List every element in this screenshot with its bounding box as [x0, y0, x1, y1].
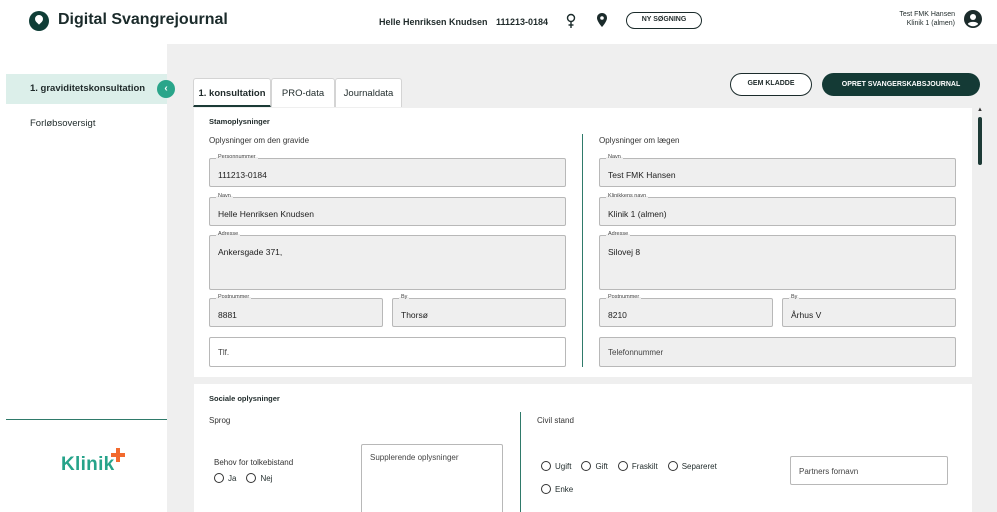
tab-1-konsultation[interactable]: 1. konsultation — [193, 78, 271, 107]
tab-pro-data[interactable]: PRO-data — [271, 78, 335, 107]
new-search-button[interactable]: NY SØGNING — [626, 12, 702, 29]
location-pin-icon — [597, 13, 607, 27]
field-label: Adresse — [216, 231, 241, 237]
field-label: Klinikkens navn — [606, 193, 649, 199]
field-label: Adresse — [606, 231, 631, 237]
radio-nej[interactable] — [246, 473, 257, 483]
radio-ja[interactable] — [214, 473, 224, 483]
scrollbar[interactable] — [978, 117, 982, 165]
radio-label: Fraskilt — [631, 461, 658, 471]
collapse-sidebar-button[interactable]: ‹ — [157, 80, 175, 98]
section-title: Sociale oplysninger — [209, 394, 280, 403]
scroll-up-icon[interactable]: ▲ — [977, 107, 983, 113]
sociale-oplysninger-card: Sociale oplysninger Sprog Civil stand Be… — [194, 384, 972, 512]
gravid-subtitle: Oplysninger om den gravide — [209, 136, 310, 145]
create-journal-button[interactable]: OPRET SVANGERSKABSJOURNAL — [822, 73, 980, 96]
navn-field[interactable]: Navn Helle Henriksen Knudsen — [209, 193, 566, 226]
civil-stand-subtitle: Civil stand — [537, 416, 574, 425]
tlf-placeholder: Tlf. — [218, 348, 230, 357]
column-divider — [520, 412, 521, 512]
field-value: Klinik 1 (almen) — [608, 209, 667, 219]
field-label: Navn — [216, 193, 233, 199]
field-label: By — [789, 294, 800, 300]
radio-label: Ja — [228, 473, 237, 483]
telefonnummer-input[interactable]: Telefonnummer — [599, 337, 956, 367]
radio-label: Nej — [260, 473, 273, 483]
postnummer-field[interactable]: Postnummer 8881 — [209, 294, 383, 327]
column-divider — [582, 134, 583, 367]
personnummer-field[interactable]: Personnummer 111213-0184 — [209, 154, 566, 187]
radio-separeret[interactable] — [667, 461, 678, 471]
field-label: Postnummer — [216, 294, 252, 300]
civil-stand-radio-group: Ugift Gift Fraskilt Separeret — [541, 461, 723, 471]
partner-fornavn-input[interactable]: Partners fornavn — [790, 456, 948, 485]
user-account-icon[interactable] — [964, 10, 982, 28]
laege-adresse-field[interactable]: Adresse Silovej 8 — [599, 231, 956, 290]
field-value: Ankersgade 371, — [218, 247, 283, 257]
field-value: 8881 — [218, 310, 237, 320]
radio-label: Enke — [555, 484, 574, 494]
sidebar-item-forloebsoversigt[interactable]: Forløbsoversigt — [30, 118, 95, 129]
radio-label: Gift — [595, 461, 608, 471]
field-label: Navn — [606, 154, 623, 160]
field-label: Personnummer — [216, 154, 258, 160]
radio-label: Separeret — [681, 461, 717, 471]
main-content: 1. konsultation PRO-data Journaldata GEM… — [167, 44, 997, 512]
patient-cpr: 111213-0184 — [496, 17, 549, 27]
user-clinic: Klinik 1 (almen) — [906, 20, 955, 27]
telefon-placeholder: Telefonnummer — [608, 348, 664, 357]
laege-postnummer-field[interactable]: Postnummer 8210 — [599, 294, 773, 327]
klinik-navn-field[interactable]: Klinikkens navn Klinik 1 (almen) — [599, 193, 956, 226]
field-value: Test FMK Hansen — [608, 170, 676, 180]
tlf-input[interactable]: Tlf. — [209, 337, 566, 367]
civil-stand-radio-group-2: Enke — [541, 484, 579, 494]
sidebar: 1. graviditetskonsultation ‹ Forløbsover… — [0, 44, 175, 512]
radio-enke[interactable] — [541, 484, 551, 494]
laege-by-field[interactable]: By Århus V — [782, 294, 956, 327]
sidebar-divider — [6, 419, 167, 420]
radio-ugift[interactable] — [541, 461, 551, 471]
laege-navn-field[interactable]: Navn Test FMK Hansen — [599, 154, 956, 187]
tolk-radio-group: Ja Nej — [214, 473, 278, 483]
logo-icon — [29, 11, 49, 31]
tolk-label: Behov for tolkebistand — [214, 458, 294, 467]
field-value: 8210 — [608, 310, 627, 320]
laege-subtitle: Oplysninger om lægen — [599, 136, 680, 145]
section-title: Stamoplysninger — [209, 117, 270, 126]
supplerende-placeholder: Supplerende oplysninger — [370, 453, 459, 462]
brand-logo: Klinik — [61, 454, 115, 475]
stamoplysninger-card: Stamoplysninger Oplysninger om den gravi… — [194, 108, 972, 377]
field-value: Thorsø — [401, 310, 428, 320]
app-title: Digital Svangrejournal — [58, 11, 228, 28]
top-header: Digital Svangrejournal Helle Henriksen K… — [0, 0, 997, 44]
radio-fraskilt[interactable] — [617, 461, 628, 471]
adresse-field[interactable]: Adresse Ankersgade 371, — [209, 231, 566, 290]
field-label: Postnummer — [606, 294, 642, 300]
sidebar-item-label: 1. graviditetskonsultation — [30, 83, 146, 94]
user-name: Test FMK Hansen — [899, 11, 955, 18]
field-value: Silovej 8 — [608, 247, 641, 257]
patient-name: Helle Henriksen Knudsen — [379, 17, 488, 27]
save-draft-button[interactable]: GEM KLADDE — [730, 73, 812, 96]
tab-journaldata[interactable]: Journaldata — [335, 78, 402, 107]
radio-label: Ugift — [555, 461, 572, 471]
sprog-subtitle: Sprog — [209, 416, 231, 425]
radio-gift[interactable] — [581, 461, 592, 471]
field-value: Århus V — [791, 310, 822, 320]
partner-placeholder: Partners fornavn — [799, 467, 859, 476]
field-value: Helle Henriksen Knudsen — [218, 209, 314, 219]
field-label: By — [399, 294, 410, 300]
female-icon — [566, 13, 576, 28]
plus-icon — [111, 448, 125, 462]
sidebar-item-graviditetskonsultation[interactable]: 1. graviditetskonsultation — [6, 74, 167, 104]
supplerende-textarea[interactable]: Supplerende oplysninger — [361, 444, 503, 512]
field-value: 111213-0184 — [218, 170, 267, 180]
by-field[interactable]: By Thorsø — [392, 294, 566, 327]
